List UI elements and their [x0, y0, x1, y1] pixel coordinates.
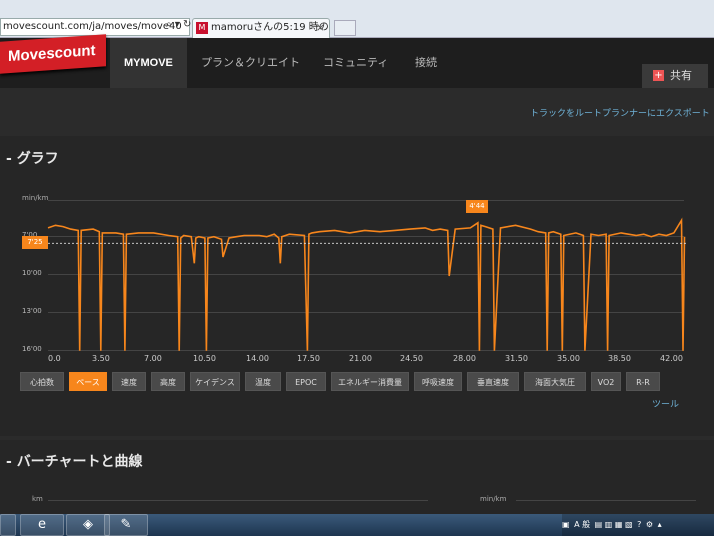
- close-tab-icon[interactable]: ×: [316, 19, 325, 37]
- x-tick-label: 35.00: [557, 354, 580, 363]
- bar-chart-panel-title[interactable]: - バーチャートと曲線: [6, 451, 143, 471]
- metric-button-energy[interactable]: エネルギー消費量: [331, 372, 409, 391]
- pace-series-line: [47, 217, 686, 351]
- page-root: movescount.com/ja/moves/move40 ⌕ ▾ ↻ M m…: [0, 0, 714, 536]
- x-tick-label: 7.00: [144, 354, 162, 363]
- pace-chart[interactable]: [47, 200, 686, 352]
- metric-button-altitude[interactable]: 高度: [151, 372, 185, 391]
- x-tick-label: 21.00: [349, 354, 372, 363]
- movescount-favicon-icon: M: [196, 22, 208, 34]
- metric-button-speed[interactable]: 速度: [112, 372, 146, 391]
- x-tick-label: 17.50: [297, 354, 320, 363]
- bar-chart-gridline: [516, 500, 696, 501]
- bar-chart-unit-left: km: [32, 495, 43, 503]
- peak-value-marker[interactable]: 4'44: [466, 200, 488, 213]
- metric-button-cadence[interactable]: ケイデンス: [190, 372, 240, 391]
- bar-chart-gridline: [48, 500, 428, 501]
- metric-button-pace[interactable]: ペース: [69, 372, 107, 391]
- graph-title-text: グラフ: [16, 151, 59, 167]
- settings-icon[interactable]: ⚙: [646, 514, 653, 536]
- metric-button-heart-rate[interactable]: 心拍数: [20, 372, 64, 391]
- tray-icon[interactable]: ▤ ▥ ▦ ▧: [595, 514, 633, 536]
- metric-button-vo2[interactable]: VO2: [591, 372, 621, 391]
- metric-button-vertical-speed[interactable]: 垂直速度: [467, 372, 519, 391]
- ime-icon[interactable]: A 般: [574, 514, 590, 536]
- graph-panel-title[interactable]: - グラフ: [6, 148, 59, 168]
- x-tick-label: 0.0: [48, 354, 61, 363]
- x-tick-label: 31.50: [505, 354, 528, 363]
- x-tick-label: 28.00: [453, 354, 476, 363]
- tools-link[interactable]: ツール: [652, 397, 679, 410]
- tray-icon[interactable]: ▣: [562, 514, 570, 536]
- address-bar[interactable]: movescount.com/ja/moves/move40: [0, 18, 190, 36]
- new-tab-button[interactable]: [334, 20, 356, 36]
- metric-button-temperature[interactable]: 温度: [245, 372, 281, 391]
- caps-indicator-icon: ▴: [657, 520, 662, 529]
- plus-icon: +: [653, 70, 664, 81]
- share-button[interactable]: + 共有: [642, 64, 708, 88]
- x-tick-label: 3.50: [92, 354, 110, 363]
- browser-tab[interactable]: M mamoruさんの5:19 時の... ×: [192, 18, 330, 38]
- x-tick-label: 10.50: [193, 354, 216, 363]
- paint-icon[interactable]: ✎: [104, 514, 148, 536]
- system-tray[interactable]: ▣ A 般 ▤ ▥ ▦ ▧ ? ⚙ ▴: [562, 514, 714, 536]
- x-tick-label: 42.00: [660, 354, 683, 363]
- y-axis-unit: min/km: [22, 194, 49, 202]
- y-tick-label: 10'00: [22, 269, 42, 277]
- start-button[interactable]: [0, 514, 16, 536]
- metric-button-rr[interactable]: R-R: [626, 372, 660, 391]
- help-icon[interactable]: ?: [637, 514, 641, 536]
- metric-button-sea-level-pressure[interactable]: 海面大気圧: [524, 372, 586, 391]
- x-tick-label: 14.00: [246, 354, 269, 363]
- nav-connect[interactable]: 接続: [415, 38, 437, 88]
- bar-chart-title-text: バーチャートと曲線: [16, 454, 143, 470]
- bar-chart-unit-right: min/km: [480, 495, 507, 503]
- metric-button-epoc[interactable]: EPOC: [286, 372, 326, 391]
- x-tick-label: 24.50: [400, 354, 423, 363]
- tab-title: mamoruさんの5:19 時の...: [211, 22, 330, 33]
- x-tick-label: 38.50: [608, 354, 631, 363]
- ie-icon[interactable]: e: [20, 514, 64, 536]
- metric-button-respiration[interactable]: 呼吸速度: [414, 372, 462, 391]
- export-route-link[interactable]: トラックをルートプランナーにエクスポート: [530, 106, 710, 119]
- share-label: 共有: [670, 69, 692, 82]
- y-tick-label: 16'00: [22, 345, 42, 353]
- nav-community[interactable]: コミュニティ: [323, 38, 388, 88]
- nav-mymove[interactable]: MYMOVE: [110, 38, 187, 88]
- address-bar-icons[interactable]: ⌕ ▾ ↻: [166, 19, 191, 30]
- y-tick-label: 13'00: [22, 307, 42, 315]
- current-value-marker[interactable]: 7'25: [22, 236, 48, 249]
- nav-plan-create[interactable]: プラン＆クリエイト: [201, 38, 300, 88]
